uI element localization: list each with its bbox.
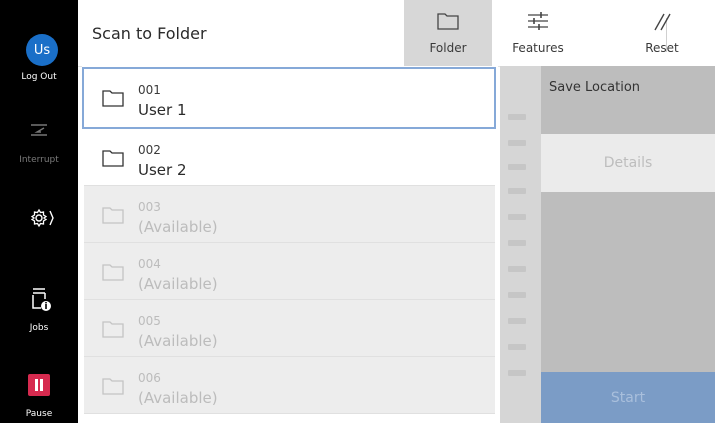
- index-tick: [508, 214, 526, 220]
- tab-features-label: Features: [512, 41, 564, 55]
- folder-icon: [102, 264, 124, 281]
- folder-row-003[interactable]: 003 (Available): [84, 186, 495, 243]
- folder-row-005[interactable]: 005 (Available): [84, 300, 495, 357]
- reset-button[interactable]: Reset: [618, 0, 706, 66]
- index-tick: [508, 164, 526, 170]
- folder-name: User 1: [138, 101, 187, 119]
- folder-icon: [102, 321, 124, 338]
- tab-folder[interactable]: Folder: [404, 0, 492, 66]
- tab-features[interactable]: Features: [494, 0, 582, 66]
- left-rail: Us Log Out Interrupt Jobs Pause: [0, 0, 78, 423]
- folder-row-004[interactable]: 004 (Available): [84, 243, 495, 300]
- folder-name: (Available): [138, 389, 218, 407]
- folder-number: 002: [138, 143, 161, 157]
- start-button[interactable]: Start: [541, 372, 715, 423]
- gear-icon[interactable]: [30, 207, 54, 229]
- folder-number: 001: [138, 83, 161, 97]
- folder-icon: [102, 207, 124, 224]
- index-tick: [508, 114, 526, 120]
- folder-name: (Available): [138, 275, 218, 293]
- index-tick: [508, 188, 526, 194]
- details-button[interactable]: Details: [541, 134, 715, 192]
- index-tick: [508, 344, 526, 350]
- reset-label: Reset: [645, 41, 679, 55]
- page-title: Scan to Folder: [92, 24, 207, 43]
- index-tick: [508, 266, 526, 272]
- list-index-scrollbar[interactable]: [500, 66, 541, 423]
- folder-icon: [102, 90, 124, 107]
- folder-row-006[interactable]: 006 (Available): [84, 357, 495, 414]
- right-panel: Save Location Details Start: [541, 66, 715, 423]
- folder-row-001[interactable]: 001 User 1: [82, 67, 496, 129]
- tab-folder-label: Folder: [429, 41, 467, 55]
- index-tick: [508, 140, 526, 146]
- pause-icon[interactable]: [28, 374, 50, 396]
- jobs-button[interactable]: Jobs: [0, 323, 78, 333]
- header: Scan to Folder Folder Features Reset: [78, 0, 715, 67]
- folder-name: (Available): [138, 332, 218, 350]
- index-tick: [508, 318, 526, 324]
- folder-list: 001 User 1 002 User 2 003 (Available) 00…: [82, 66, 498, 423]
- user-avatar[interactable]: Us: [26, 34, 58, 66]
- index-tick: [508, 370, 526, 376]
- pause-button[interactable]: Pause: [0, 409, 78, 419]
- index-tick: [508, 292, 526, 298]
- folder-number: 005: [138, 314, 161, 328]
- folder-icon: [102, 150, 124, 167]
- folder-number: 006: [138, 371, 161, 385]
- folder-icon: [102, 378, 124, 395]
- folder-number: 003: [138, 200, 161, 214]
- interrupt-icon: [31, 124, 47, 136]
- printer-info-icon: [32, 288, 51, 311]
- folder-icon: [437, 13, 459, 30]
- folder-name: User 2: [138, 161, 187, 179]
- index-tick: [508, 240, 526, 246]
- logout-button[interactable]: Log Out: [0, 72, 78, 82]
- save-location-label: Save Location: [549, 80, 641, 95]
- sliders-icon: [528, 12, 548, 30]
- folder-number: 004: [138, 257, 161, 271]
- folder-name: (Available): [138, 218, 218, 236]
- folder-row-002[interactable]: 002 User 2: [84, 129, 495, 186]
- interrupt-button[interactable]: Interrupt: [0, 155, 78, 165]
- double-slash-icon: [654, 13, 671, 31]
